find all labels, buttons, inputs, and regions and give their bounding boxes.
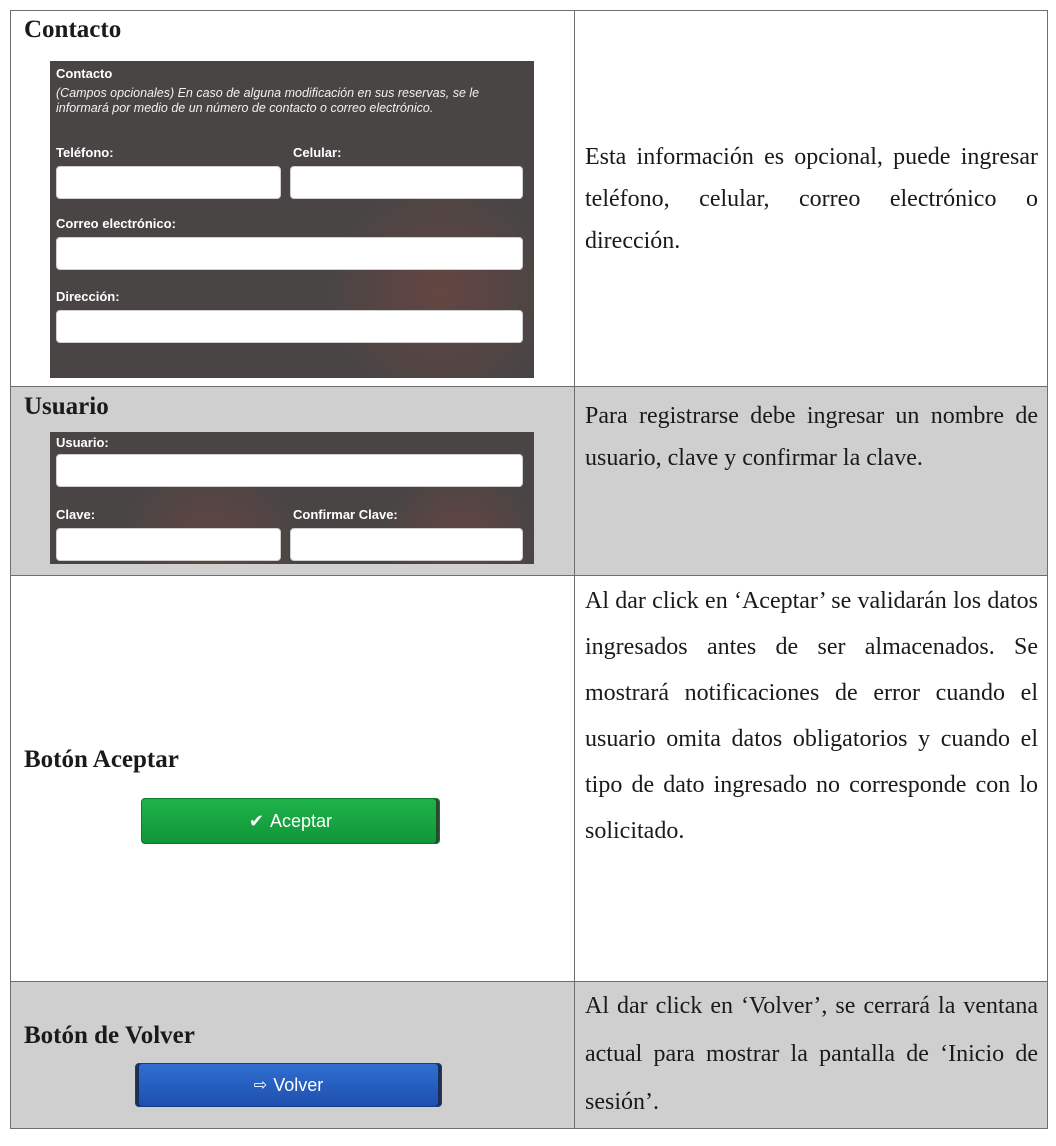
contact-left-cell: Contacto Contacto (Campos opcionales) En… xyxy=(10,10,575,387)
accept-description: Al dar click en ‘Aceptar’ se validarán l… xyxy=(585,588,1038,844)
address-input[interactable] xyxy=(56,310,523,343)
accept-row: Botón Aceptar ✔ Aceptar Al dar click en … xyxy=(10,575,1048,982)
accept-button-label: Aceptar xyxy=(270,810,333,831)
user-left-cell: Usuario Usuario: Clave: Confirmar Clave: xyxy=(10,386,575,576)
contact-row: Contacto Contacto (Campos opcionales) En… xyxy=(10,10,1048,387)
back-button-label: Volver xyxy=(273,1074,324,1095)
email-input[interactable] xyxy=(56,237,523,270)
confirm-password-label: Confirmar Clave: xyxy=(293,507,398,522)
user-description-cell: Para registrarse debe ingresar un nombre… xyxy=(574,386,1048,576)
password-label: Clave: xyxy=(56,507,96,522)
user-title: Usuario xyxy=(24,393,109,420)
accept-left-cell: Botón Aceptar ✔ Aceptar xyxy=(10,575,575,982)
back-title: Botón de Volver xyxy=(24,1022,195,1049)
accept-title: Botón Aceptar xyxy=(24,746,179,773)
contact-panel-heading: Contacto xyxy=(56,66,113,81)
cell-input[interactable] xyxy=(290,166,523,199)
user-description: Para registrarse debe ingresar un nombre… xyxy=(585,403,1038,471)
accept-description-cell: Al dar click en ‘Aceptar’ se validarán l… xyxy=(574,575,1048,982)
back-description-cell: Al dar click en ‘Volver’, se cerrará la … xyxy=(574,981,1048,1129)
user-row: Usuario Usuario: Clave: Confirmar Clave:… xyxy=(10,386,1048,576)
phone-input[interactable] xyxy=(56,166,281,199)
password-input[interactable] xyxy=(56,528,281,561)
contact-description: Esta información es opcional, puede ingr… xyxy=(585,143,1038,254)
back-button[interactable]: ⇨ Volver xyxy=(135,1063,442,1107)
back-row: Botón de Volver ⇨ Volver Al dar click en… xyxy=(10,981,1048,1129)
accept-button[interactable]: ✔ Aceptar xyxy=(141,798,440,844)
back-description: Al dar click en ‘Volver’, se cerrará la … xyxy=(585,993,1038,1115)
address-label: Dirección: xyxy=(56,289,120,304)
contact-panel-note: (Campos opcionales) En caso de alguna mo… xyxy=(56,86,480,115)
phone-label: Teléfono: xyxy=(56,145,114,160)
user-form-screenshot: Usuario: Clave: Confirmar Clave: xyxy=(50,432,534,564)
cell-label: Celular: xyxy=(293,145,342,160)
confirm-password-input[interactable] xyxy=(290,528,523,561)
sign-out-icon: ⇨ xyxy=(253,1077,268,1094)
user-label: Usuario: xyxy=(56,435,109,450)
contact-title: Contacto xyxy=(24,16,122,43)
check-icon: ✔ xyxy=(248,810,265,831)
contact-description-cell: Esta información es opcional, puede ingr… xyxy=(574,10,1048,387)
email-label: Correo electrónico: xyxy=(56,216,176,231)
back-left-cell: Botón de Volver ⇨ Volver xyxy=(10,981,575,1129)
user-input[interactable] xyxy=(56,454,523,487)
help-table: Contacto Contacto (Campos opcionales) En… xyxy=(10,10,1048,1129)
contact-form-screenshot: Contacto (Campos opcionales) En caso de … xyxy=(50,61,534,378)
